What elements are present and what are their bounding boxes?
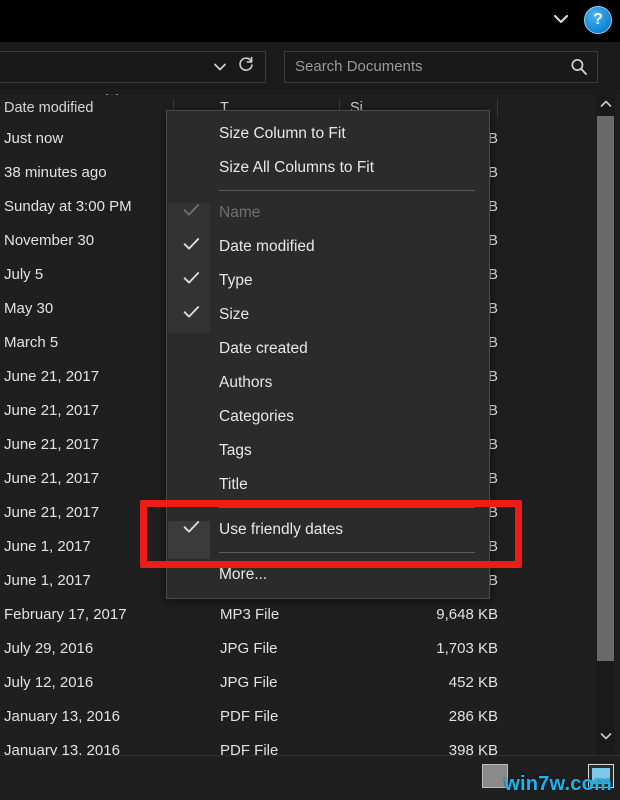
file-type-cell: PDF File	[220, 708, 279, 725]
menu-item-categories[interactable]: Categories	[167, 400, 489, 434]
file-date-cell: June 21, 2017	[4, 436, 100, 453]
file-type-cell: JPG File	[220, 674, 278, 691]
menu-item-date-modified[interactable]: Date modified	[167, 230, 489, 264]
scrollbar-thumb[interactable]	[597, 116, 614, 661]
menu-item-label: Date modified	[219, 238, 315, 255]
file-size-cell: 1,703 KB	[436, 640, 498, 657]
menu-item-date-created[interactable]: Date created	[167, 332, 489, 366]
menu-item-size-column-to-fit[interactable]: Size Column to Fit	[167, 117, 489, 151]
checkmark-icon	[181, 196, 201, 230]
status-bar: win7w.com	[0, 755, 620, 800]
menu-item-label: Tags	[219, 442, 252, 459]
file-date-cell: January 13, 2016	[4, 708, 120, 725]
file-date-cell: July 29, 2016	[4, 640, 94, 657]
menu-item-name: Name	[167, 196, 489, 230]
table-row[interactable]: January 13, 2016 PDF File 286 KB	[0, 700, 596, 734]
menu-item-title[interactable]: Title	[167, 468, 489, 502]
table-row[interactable]: July 12, 2016 JPG File 452 KB	[0, 666, 596, 700]
file-size-cell: 452 KB	[448, 674, 498, 691]
scroll-up-icon[interactable]	[596, 94, 615, 114]
file-date-cell: July 5	[4, 266, 44, 283]
navigation-bar: Search Documents	[0, 42, 620, 94]
annotation-highlight-box	[140, 500, 522, 568]
menu-item-label: More...	[219, 566, 268, 583]
menu-item-label: Date created	[219, 340, 308, 357]
menu-item-size[interactable]: Size	[167, 298, 489, 332]
file-date-cell: June 21, 2017	[4, 402, 100, 419]
file-date-cell: May 30	[4, 300, 54, 317]
caret-up-glyph	[600, 100, 611, 107]
column-divider[interactable]	[497, 99, 498, 117]
file-date-cell: February 17, 2017	[4, 606, 127, 623]
menu-item-label: Size	[219, 306, 250, 323]
menu-item-label: Name	[219, 204, 261, 221]
menu-item-label: Authors	[219, 374, 273, 391]
file-date-cell: June 21, 2017	[4, 470, 100, 487]
file-date-cell: March 5	[4, 334, 59, 351]
file-type-cell: JPG File	[220, 640, 278, 657]
file-type-cell: MP3 File	[220, 606, 280, 623]
checkmark-icon	[181, 230, 201, 264]
file-size-cell: 9,648 KB	[436, 606, 498, 623]
menu-item-label: Size Column to Fit	[219, 125, 346, 142]
menu-item-label: Categories	[219, 408, 294, 425]
menu-item-tags[interactable]: Tags	[167, 434, 489, 468]
search-icon[interactable]	[569, 57, 589, 77]
search-input[interactable]: Search Documents	[295, 52, 423, 82]
menu-item-label: Size All Columns to Fit	[219, 159, 375, 176]
address-bar[interactable]	[0, 51, 266, 83]
search-box[interactable]: Search Documents	[284, 51, 598, 83]
caret-up-icon	[105, 94, 119, 98]
chevron-down-icon[interactable]	[550, 11, 572, 31]
refresh-icon[interactable]	[235, 56, 257, 80]
column-header-0[interactable]: Date modified	[4, 94, 174, 122]
file-date-cell: July 12, 2016	[4, 674, 94, 691]
file-size-cell: 286 KB	[448, 708, 498, 725]
caret-down-glyph	[600, 733, 611, 740]
table-row[interactable]: July 29, 2016 JPG File 1,703 KB	[0, 632, 596, 666]
chevron-down-glyph	[553, 14, 569, 24]
menu-item-size-all-columns-to-fit[interactable]: Size All Columns to Fit	[167, 151, 489, 185]
menu-item-authors[interactable]: Authors	[167, 366, 489, 400]
scroll-down-icon[interactable]	[596, 726, 615, 746]
file-date-cell: June 1, 2017	[4, 572, 91, 589]
watermark-text: win7w.com	[504, 773, 612, 795]
file-date-cell: June 21, 2017	[4, 368, 100, 385]
magnifier-glyph	[571, 59, 587, 75]
menu-separator	[219, 190, 475, 191]
menu-item-type[interactable]: Type	[167, 264, 489, 298]
checkmark-icon	[181, 264, 201, 298]
menu-item-label: Type	[219, 272, 253, 289]
column-header-label: Date modified	[4, 100, 94, 116]
file-date-cell: November 30	[4, 232, 95, 249]
file-date-cell: 38 minutes ago	[4, 164, 107, 181]
chevron-down-glyph	[214, 63, 226, 71]
table-row[interactable]: February 17, 2017 MP3 File 9,648 KB	[0, 598, 596, 632]
checkmark-icon	[181, 298, 201, 332]
file-date-cell: Sunday at 3:00 PM	[4, 198, 132, 215]
vertical-scrollbar[interactable]	[596, 94, 615, 756]
refresh-glyph	[239, 56, 253, 71]
title-bar: ?	[0, 0, 620, 42]
help-icon[interactable]: ?	[584, 6, 612, 34]
file-explorer-window: ? Search Documents Date modified T Si Ju…	[0, 0, 620, 800]
chevron-down-icon[interactable]	[211, 58, 229, 78]
menu-item-label: Title	[219, 476, 248, 493]
file-date-cell: Just now	[4, 130, 64, 147]
